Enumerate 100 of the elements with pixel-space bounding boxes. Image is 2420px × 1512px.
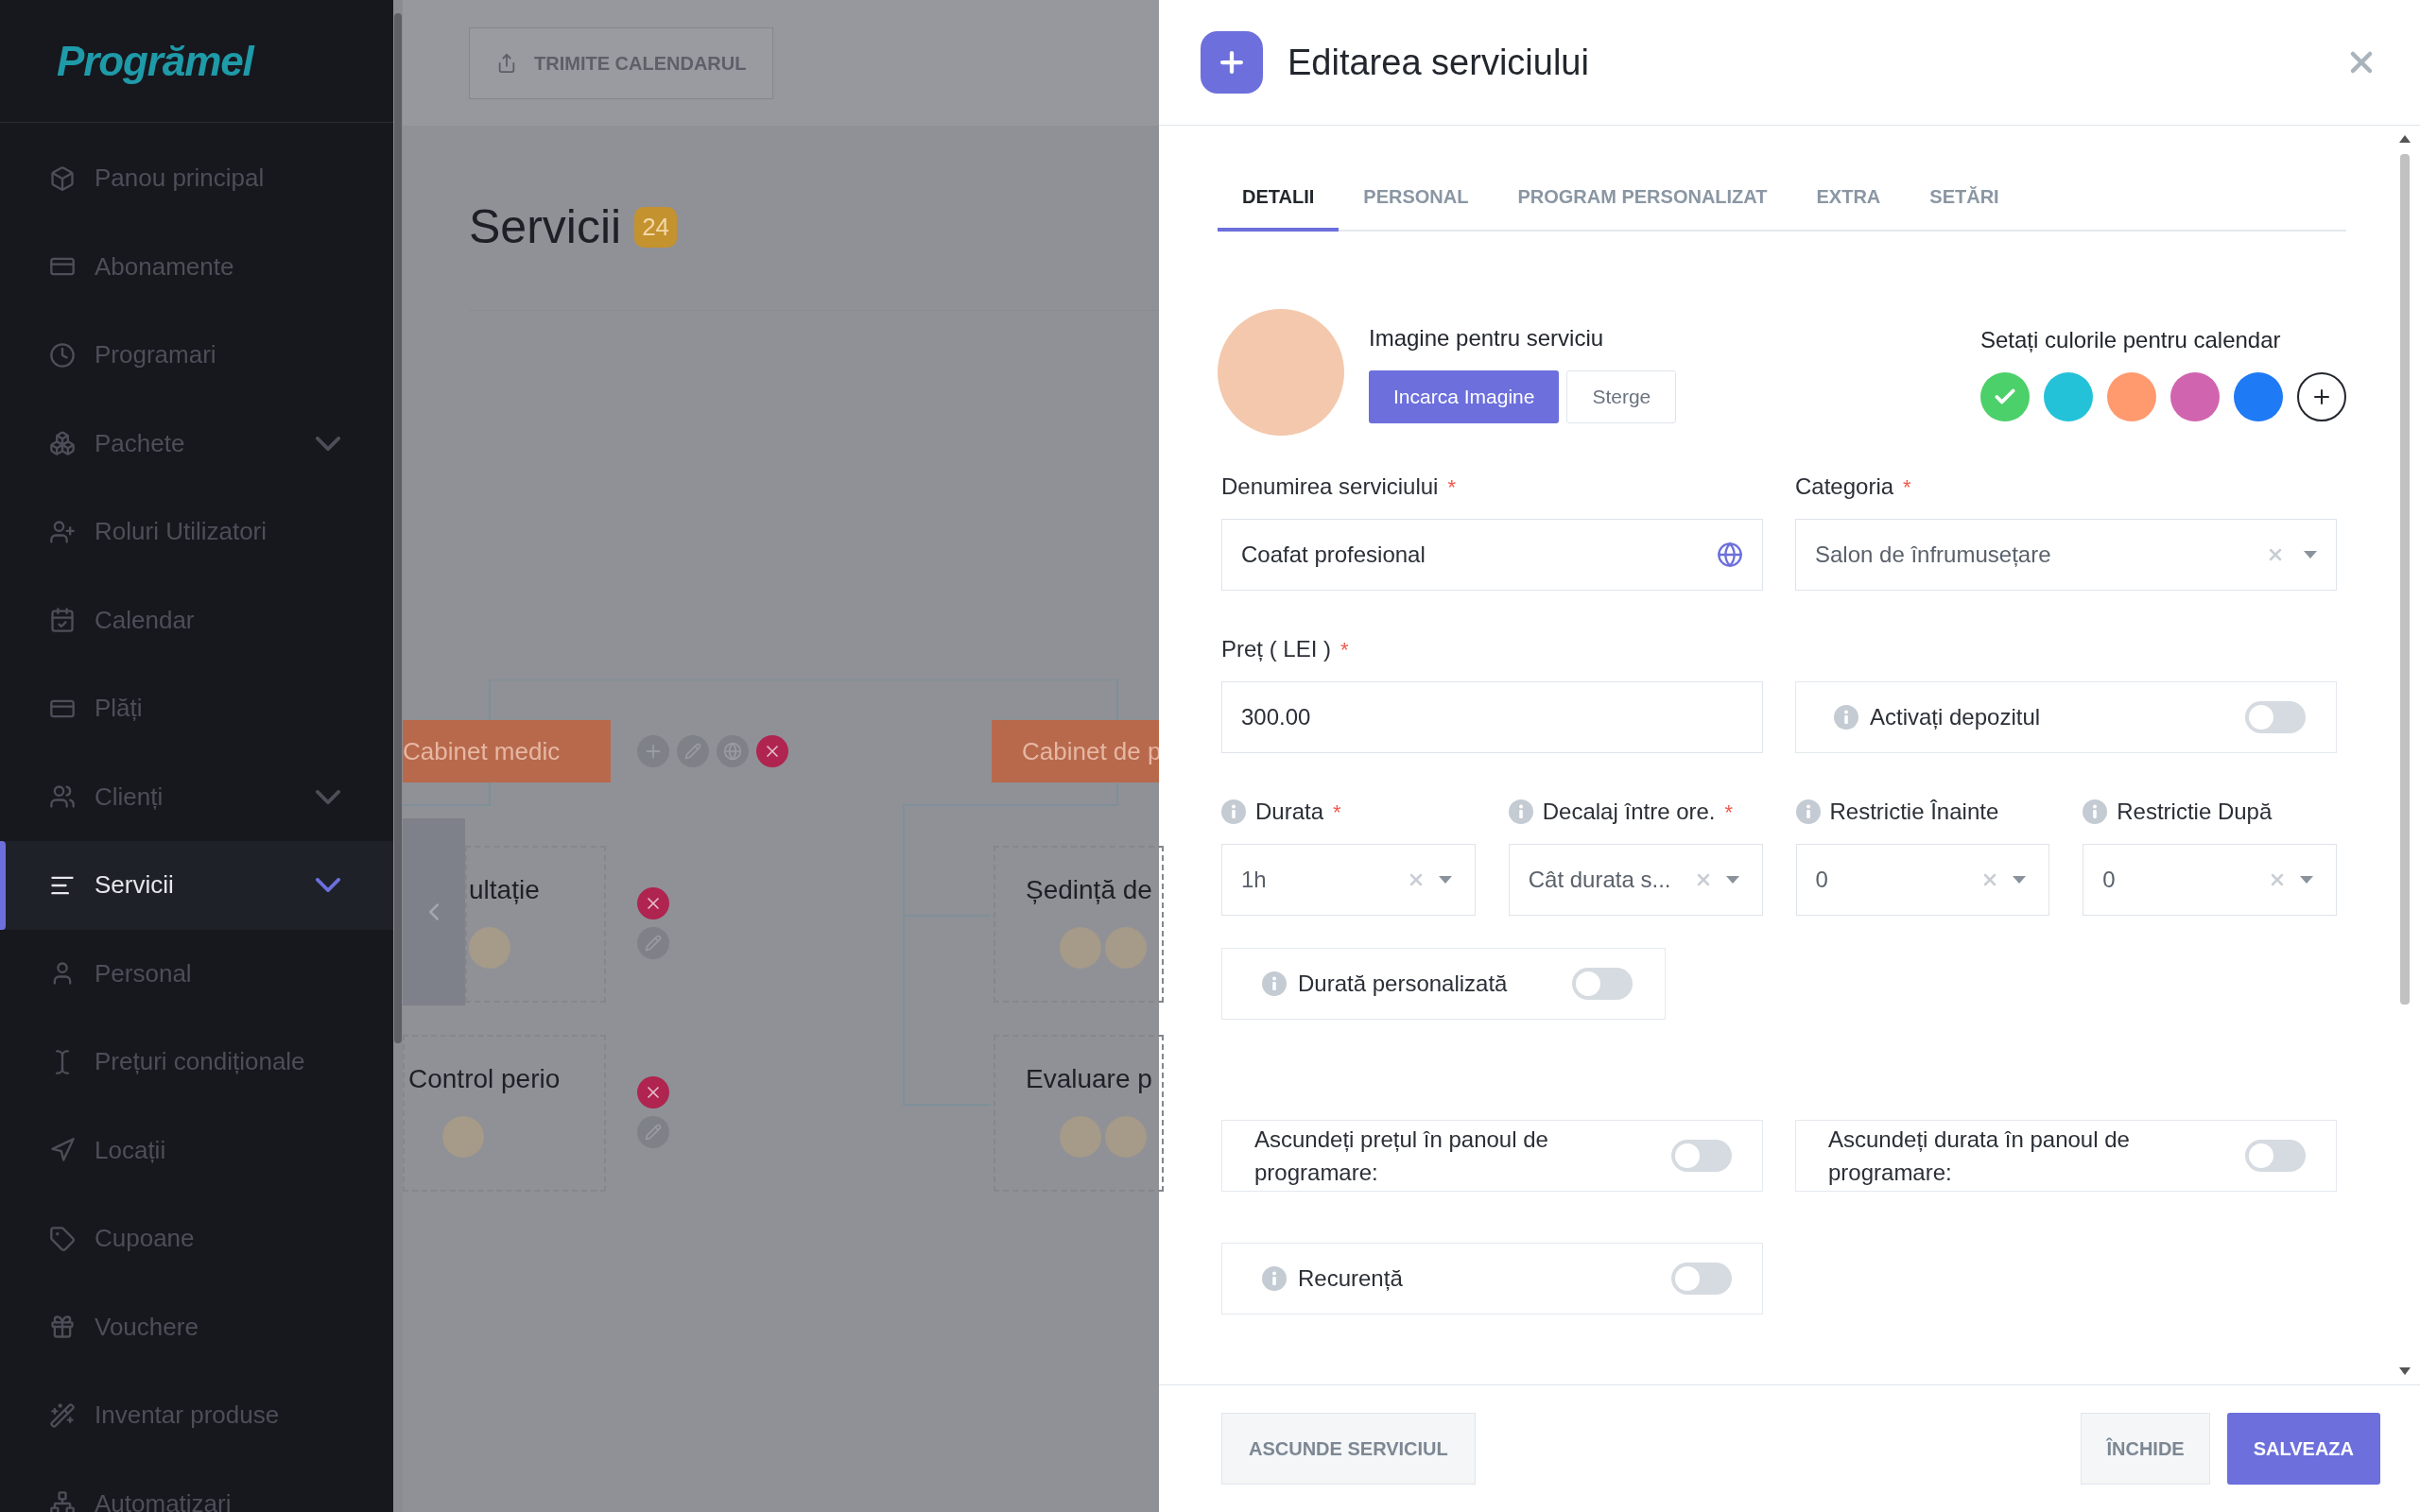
pencil-icon[interactable] [637,927,669,959]
custom-duration-label: Durată personalizată [1298,970,1509,998]
scroll-up-arrow-icon[interactable] [2399,135,2411,143]
sidebar-item[interactable]: Locații [0,1106,393,1194]
toggle-switch[interactable] [1671,1263,1732,1295]
color-swatch[interactable] [2170,372,2220,421]
upload-image-button[interactable]: Incarca Imagine [1369,370,1560,423]
sidebar-item[interactable]: Clienți [0,752,393,841]
collapse-tab[interactable] [403,818,465,1005]
scroll-down-arrow-icon[interactable] [2399,1367,2411,1375]
service-card[interactable]: Control perio [403,1035,606,1192]
colors-label: Setați culorile pentru calendar [1980,326,2282,354]
delete-icon[interactable] [637,887,669,919]
image-label: Imagine pentru serviciu [1369,324,1605,352]
logo[interactable]: Progrămel [57,29,253,93]
delete-image-button[interactable]: Sterge [1566,370,1677,423]
sidebar-item[interactable]: Programari [0,311,393,400]
service-name: Control perio [408,1063,562,1095]
sidebar-item[interactable]: Pachete [0,399,393,488]
toggle-label: Ascundeți prețul în panoul de programare: [1254,1125,1549,1187]
close-button[interactable]: ÎNCHIDE [2081,1413,2210,1485]
location-arrow-icon [49,1137,76,1164]
field-label: Durata [1255,798,1324,826]
color-swatch[interactable] [1980,372,2030,421]
sidebar-item[interactable]: Calendar [0,576,393,664]
gift-icon [49,1314,76,1341]
add-color-button[interactable] [2297,372,2346,421]
hide-service-button[interactable]: ASCUNDE SERVICIUL [1221,1413,1476,1485]
users-icon [49,783,76,811]
select-field[interactable]: 0 [1795,844,2050,916]
select-field[interactable]: 1h [1221,844,1476,916]
boxes-icon [49,430,76,457]
required-asterisk: * [1333,799,1341,826]
caret-down-icon [1438,876,1452,884]
calendar-check-icon [49,607,76,634]
delete-icon[interactable] [756,735,788,767]
add-icon[interactable] [637,735,669,767]
pencil-icon[interactable] [677,735,709,767]
tab[interactable]: EXTRA [1791,182,1906,232]
panel-title: Editarea serviciului [1288,41,1590,84]
service-name: Ședință de [1026,874,1153,906]
sidebar-item[interactable]: Plăți [0,664,393,753]
caret-down-icon [2304,551,2317,558]
sidebar-item[interactable]: Personal [0,929,393,1018]
sidebar-item[interactable]: Inventar produse [0,1371,393,1460]
globe-icon[interactable] [717,735,749,767]
plus-icon [1201,31,1263,94]
tab[interactable]: PERSONAL [1339,182,1494,232]
field-label: Restrictie Înainte [1829,798,1999,826]
select-field[interactable]: 0 [2083,844,2337,916]
scrollbar-thumb[interactable] [2400,154,2410,1005]
chevron-down-icon [316,789,340,804]
info-icon [1262,1266,1287,1291]
sidebar-item[interactable]: Abonamente [0,222,393,311]
cube-icon [49,164,76,192]
color-swatch[interactable] [2107,372,2156,421]
save-button[interactable]: SALVEAZA [2226,1413,2380,1485]
sidebar-item[interactable]: Automatizari [0,1459,393,1512]
service-name-field[interactable]: Coafat profesional [1221,519,1763,591]
caret-down-icon [2013,876,2027,884]
info-icon [1834,705,1858,730]
delete-icon[interactable] [637,1076,669,1108]
chevron-down-icon [316,878,340,893]
service-name: Evaluare p [1026,1063,1153,1095]
required-asterisk: * [1903,473,1911,501]
sidebar-item[interactable]: Cupoane [0,1194,393,1283]
caret-down-icon [1725,876,1739,884]
toggle-switch[interactable] [2245,1140,2306,1172]
tab[interactable]: SETĂRI [1905,182,2024,232]
wand-icon [49,1401,76,1429]
price-field[interactable]: 300.00 [1221,681,1763,753]
count-badge: 24 [634,207,678,248]
chevron-down-icon [316,436,340,451]
sidebar-item[interactable]: Prețuri condiționale [0,1018,393,1107]
clock-icon [49,341,76,369]
globe-icon [1717,541,1743,568]
select-field[interactable]: Cât durata s... [1508,844,1763,916]
sidebar-item[interactable]: Vouchere [0,1282,393,1371]
color-swatch[interactable] [2044,372,2093,421]
color-swatch[interactable] [2234,372,2283,421]
info-icon [2083,799,2108,824]
info-icon [1795,799,1821,824]
category-node[interactable]: Cabinet medic [403,720,611,782]
info-icon [1221,799,1246,824]
toggle-switch[interactable] [1671,1140,1732,1172]
field-label: Denumirea serviciului [1221,472,1439,501]
category-select[interactable]: Salon de înfrumusețare [1795,519,2337,591]
page-title: Servicii [469,199,622,255]
user-plus-icon [49,518,76,545]
sidebar-item[interactable]: Panou principal [0,134,393,223]
info-icon [1262,971,1287,996]
toggle-switch[interactable] [1572,968,1633,1000]
toggle-switch[interactable] [2245,701,2306,733]
service-name: ultație [469,874,541,906]
tab[interactable]: PROGRAM PERSONALIZAT [1493,182,1792,232]
share-calendar-button[interactable]: TRIMITE CALENDARUL [469,26,774,99]
tab[interactable]: DETALII [1218,182,1340,232]
pencil-icon[interactable] [637,1116,669,1148]
sidebar-item[interactable]: Roluri Utilizatori [0,488,393,576]
sidebar-item[interactable]: Servicii [0,841,393,930]
